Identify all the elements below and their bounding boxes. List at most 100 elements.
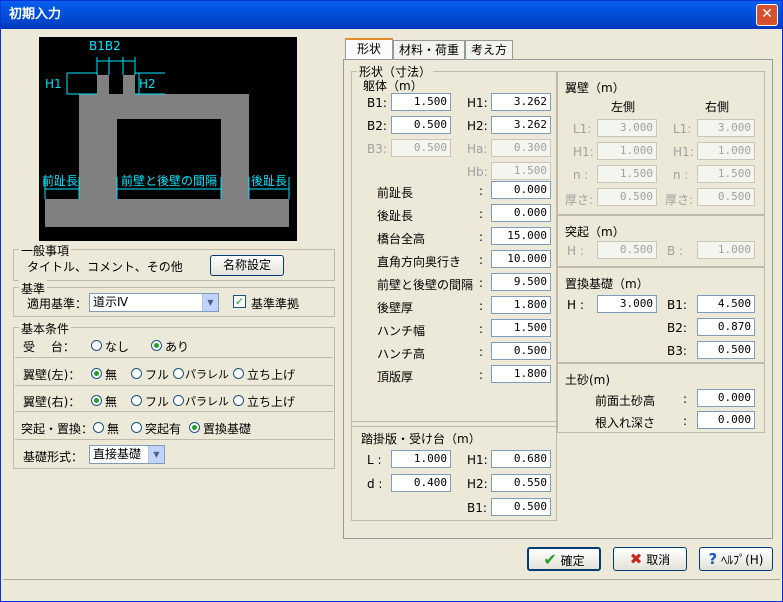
- haunch-width-label: ハンチ幅: [377, 324, 426, 338]
- depth-input[interactable]: 10.000: [491, 250, 551, 268]
- abutment-none-radio[interactable]: [91, 340, 102, 351]
- wall-spacing-input[interactable]: 9.500: [491, 273, 551, 291]
- replace-b2-label: B2:: [667, 321, 687, 335]
- wing-left-raise-radio[interactable]: [233, 368, 244, 379]
- window-title: 初期入力: [9, 7, 62, 22]
- replace-b1-label: B1:: [667, 298, 687, 312]
- ha-input[interactable]: 0.300: [491, 139, 551, 157]
- replace-b3-input[interactable]: 0.500: [697, 341, 755, 359]
- abutment-yes-radio[interactable]: [151, 340, 162, 351]
- wing-l-n-label: n :: [573, 168, 589, 182]
- wing-l-l1-input[interactable]: 3.000: [597, 119, 657, 137]
- b2-input[interactable]: 0.500: [391, 116, 451, 134]
- approach-l-input[interactable]: 1.000: [391, 450, 451, 468]
- foundation-label: 基礎形式：: [23, 450, 84, 464]
- protrusion-yes-radio[interactable]: [131, 422, 142, 433]
- b1-label: B1:: [367, 96, 387, 110]
- protrusion-h-input[interactable]: 0.500: [597, 241, 657, 259]
- replace-h-label: H :: [567, 298, 584, 312]
- wing-left-none-label: 無: [105, 368, 118, 382]
- wing-right-parallel-radio[interactable]: [173, 395, 184, 406]
- wing-left-header: 左側: [611, 100, 636, 114]
- tab-material[interactable]: 材料・荷重: [393, 40, 465, 60]
- wing-right-full-radio[interactable]: [131, 395, 142, 406]
- h2-input[interactable]: 3.262: [491, 116, 551, 134]
- wing-r-h1-input[interactable]: 1.000: [697, 142, 755, 160]
- standard-check-label: 基準準拠: [251, 297, 300, 311]
- standard-select[interactable]: 道示Ⅳ ▼: [89, 293, 219, 312]
- wall-spacing-label: 前壁と後壁の間隔: [377, 278, 474, 292]
- wing-r-t-label: 厚さ:: [665, 193, 694, 207]
- depth-colon: :: [479, 253, 484, 267]
- replace-b1-input[interactable]: 4.500: [697, 295, 755, 313]
- standard-checkbox[interactable]: ✓: [233, 295, 246, 308]
- b3-input[interactable]: 0.500: [391, 139, 451, 157]
- b1-input[interactable]: 1.500: [391, 93, 451, 111]
- help-button[interactable]: ? ﾍﾙﾌﾟ(H): [699, 547, 773, 571]
- soil-embed-input[interactable]: 0.000: [697, 411, 755, 429]
- hb-input[interactable]: 1.500: [491, 162, 551, 180]
- wing-right-none-radio[interactable]: [91, 395, 102, 406]
- front-toe-input[interactable]: 0.000: [491, 181, 551, 199]
- diagram-label-h1: H1: [45, 77, 62, 91]
- diagram-label-back-toe: 後趾長: [251, 174, 288, 188]
- foundation-select[interactable]: 直接基礎 ▼: [89, 445, 165, 464]
- haunch-height-input[interactable]: 0.500: [491, 342, 551, 360]
- wing-left-parallel-radio[interactable]: [173, 368, 184, 379]
- wing-r-l1-label: L1:: [673, 122, 692, 136]
- h1-input[interactable]: 3.262: [491, 93, 551, 111]
- back-wall-input[interactable]: 1.800: [491, 296, 551, 314]
- tab-shape[interactable]: 形状: [345, 38, 393, 60]
- approach-b1-label: B1:: [467, 501, 487, 515]
- standard-label: 適用基準：: [27, 297, 88, 311]
- protrusion-replace-label: 置換基礎: [203, 422, 252, 436]
- approach-d-input[interactable]: 0.400: [391, 474, 451, 492]
- front-toe-label: 前趾長: [377, 186, 414, 200]
- approach-h2-input[interactable]: 0.550: [491, 474, 551, 492]
- cancel-button[interactable]: ✖ 取消: [613, 547, 687, 571]
- ok-button[interactable]: ✔ 確定: [527, 547, 601, 571]
- wing-l-t-input[interactable]: 0.500: [597, 188, 657, 206]
- wing-left-full-radio[interactable]: [131, 368, 142, 379]
- approach-b1-input[interactable]: 0.500: [491, 498, 551, 516]
- protrusion-h-label: H :: [567, 244, 584, 258]
- wing-r-l1-input[interactable]: 3.000: [697, 119, 755, 137]
- soil-front-input[interactable]: 0.000: [697, 389, 755, 407]
- replace-h-input[interactable]: 3.000: [597, 295, 657, 313]
- diagram-label-h2: H2: [139, 77, 156, 91]
- wing-r-t-input[interactable]: 0.500: [697, 188, 755, 206]
- wing-left-none-radio[interactable]: [91, 368, 102, 379]
- close-icon: ✕: [761, 6, 773, 22]
- wing-title: 翼壁（m）: [565, 81, 625, 95]
- protrusion-b-input[interactable]: 1.000: [697, 241, 755, 259]
- diagram-svg: [44, 57, 290, 227]
- name-settings-label: 名称設定: [222, 258, 271, 272]
- top-slab-label: 頂版厚: [377, 370, 414, 384]
- haunch-width-input[interactable]: 1.500: [491, 319, 551, 337]
- wing-r-n-input[interactable]: 1.500: [697, 165, 755, 183]
- general-title: 一般事項: [19, 242, 72, 259]
- diagram-label-front-toe: 前趾長: [42, 174, 79, 188]
- protrusion-replace-radio[interactable]: [189, 422, 200, 433]
- approach-h1-input[interactable]: 0.680: [491, 450, 551, 468]
- wing-right-full-label: フル: [145, 395, 170, 409]
- wing-right-raise-radio[interactable]: [233, 395, 244, 406]
- wing-l-n-input[interactable]: 1.500: [597, 165, 657, 183]
- general-text: タイトル、コメント、その他: [27, 260, 183, 274]
- protrusion-label: 突起・置換：: [21, 422, 94, 436]
- top-slab-input[interactable]: 1.800: [491, 365, 551, 383]
- protrusion-none-radio[interactable]: [93, 422, 104, 433]
- total-height-input[interactable]: 15.000: [491, 227, 551, 245]
- diagram-label-wall-spacing: 前壁と後壁の間隔: [121, 174, 218, 188]
- wing-right-label: 翼壁(右)：: [23, 395, 81, 409]
- back-toe-input[interactable]: 0.000: [491, 204, 551, 222]
- diagram-label-b1b2: B1B2: [89, 39, 121, 53]
- close-button[interactable]: ✕: [756, 4, 778, 26]
- tab-approach[interactable]: 考え方: [465, 40, 513, 60]
- replace-b2-input[interactable]: 0.870: [697, 318, 755, 336]
- wall-spacing-colon: :: [479, 276, 484, 290]
- wing-l-h1-input[interactable]: 1.000: [597, 142, 657, 160]
- name-settings-button[interactable]: 名称設定: [210, 255, 284, 276]
- replace-b3-label: B3:: [667, 344, 687, 358]
- approach-d-label: d :: [367, 477, 383, 491]
